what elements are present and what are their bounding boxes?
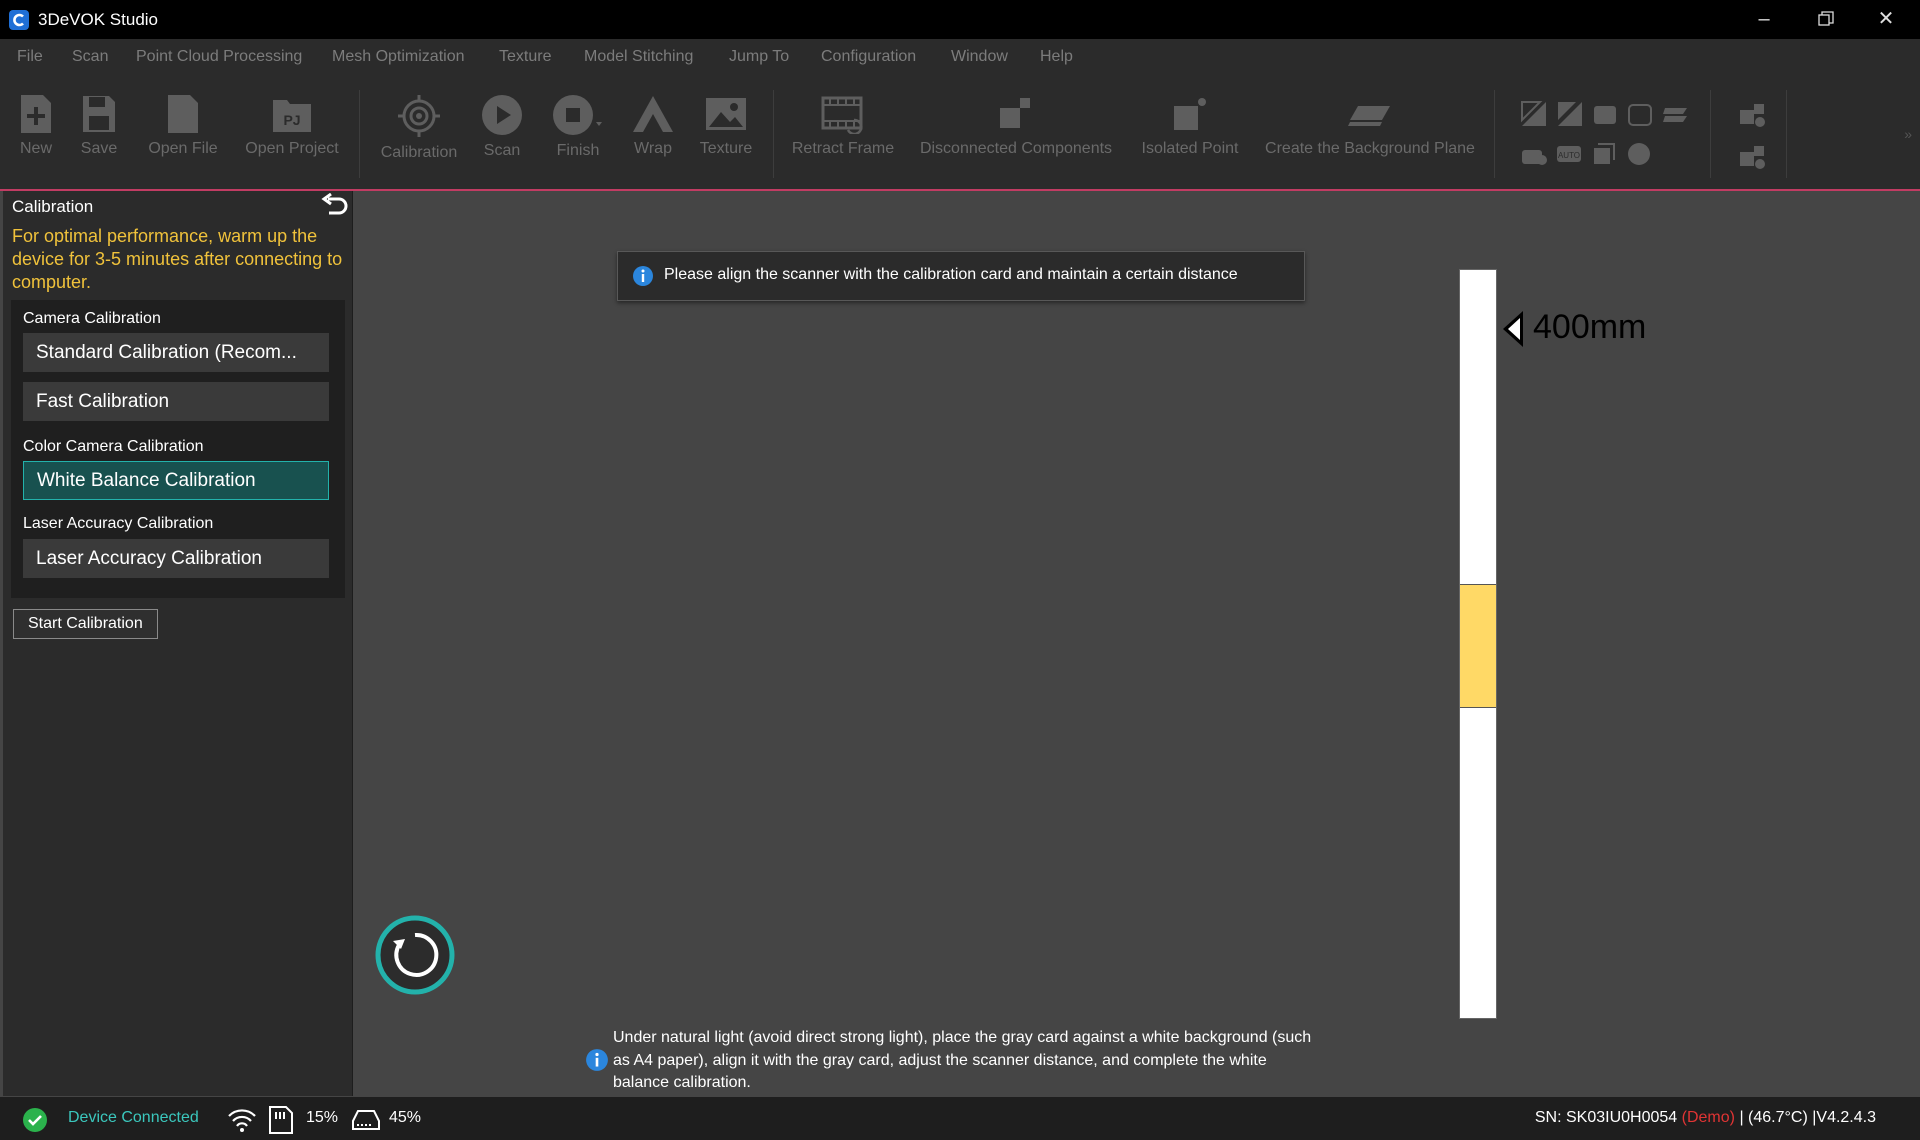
view-iso-icon[interactable] — [1520, 140, 1548, 168]
calibration-options: Camera Calibration Standard Calibration … — [11, 300, 345, 598]
distance-gauge — [1459, 269, 1497, 1019]
info-icon — [633, 266, 653, 286]
alignment-message: Please align the scanner with the calibr… — [664, 266, 1238, 283]
toolbar: New Save Open File PJ Open Project Calib… — [0, 76, 1920, 191]
export-icon[interactable] — [1738, 100, 1768, 130]
title-bar: 3DeVOK Studio – ✕ — [0, 0, 1920, 39]
info-icon — [586, 1049, 608, 1071]
create-background-plane-button[interactable]: Create the Background Plane — [1264, 94, 1476, 184]
calibration-viewport: Please align the scanner with the calibr… — [353, 191, 1920, 1096]
finish-button[interactable]: Finish — [550, 94, 606, 184]
minimize-icon[interactable]: – — [1734, 0, 1794, 39]
standard-calibration-button[interactable]: Standard Calibration (Recom... — [23, 333, 329, 372]
view-auto-icon[interactable]: AUTO — [1555, 140, 1583, 168]
stop-icon — [553, 95, 602, 135]
view-back-icon[interactable] — [1626, 100, 1654, 128]
status-bar: Device Connected 15% 45% SN: SK03IU0H005… — [0, 1097, 1920, 1140]
toolbar-separator — [359, 90, 360, 178]
open-project-icon: PJ — [273, 100, 311, 132]
menu-scan[interactable]: Scan — [72, 48, 108, 66]
retract-frame-button[interactable]: Retract Frame — [790, 94, 896, 184]
undo-icon[interactable] — [321, 193, 349, 219]
menu-help[interactable]: Help — [1040, 48, 1073, 66]
color-camera-calibration-label: Color Camera Calibration — [23, 438, 204, 455]
panel-title: Calibration — [12, 197, 94, 216]
connection-status: Device Connected — [68, 1109, 199, 1126]
scan-button[interactable]: Scan — [478, 94, 526, 184]
menu-configuration[interactable]: Configuration — [821, 48, 916, 66]
wrap-triangle-icon — [633, 96, 673, 132]
serial-number: SN: SK03IU0H0054 — [1534, 1109, 1678, 1126]
camera-calibration-label: Camera Calibration — [23, 310, 161, 327]
white-balance-calibration-button[interactable]: White Balance Calibration — [23, 461, 329, 500]
disk-icon — [352, 1110, 380, 1130]
isolated-point-button[interactable]: Isolated Point — [1138, 94, 1242, 184]
menu-mesh-optimization[interactable]: Mesh Optimization — [332, 48, 465, 66]
wifi-icon — [228, 1109, 256, 1132]
hint-text: Under natural light (avoid direct strong… — [613, 1029, 1312, 1091]
disconnected-components-icon — [1000, 98, 1030, 128]
save-button[interactable]: Save — [76, 94, 122, 184]
view-sphere-icon[interactable] — [1625, 140, 1653, 168]
open-file-icon — [168, 95, 198, 133]
image-icon — [706, 98, 746, 130]
svg-text:PJ: PJ — [283, 112, 300, 128]
view-cube-icon[interactable] — [1590, 140, 1618, 168]
save-icon — [83, 96, 115, 132]
laser-accuracy-calibration-button[interactable]: Laser Accuracy Calibration — [23, 539, 329, 578]
open-project-button[interactable]: PJ Open Project — [244, 94, 340, 184]
app-logo-icon — [9, 10, 29, 30]
close-icon[interactable]: ✕ — [1856, 0, 1916, 39]
toolbar-separator — [1494, 90, 1495, 178]
device-info: SN: SK03IU0H0054 (Demo) | (46.7°C) |V4.2… — [1535, 1109, 1876, 1127]
menu-jump-to[interactable]: Jump To — [729, 48, 789, 66]
window-title: 3DeVOK Studio — [38, 10, 159, 29]
distance-pointer-icon — [1503, 311, 1523, 347]
menu-texture[interactable]: Texture — [499, 48, 551, 66]
new-button[interactable]: New — [14, 94, 58, 184]
settings-export-icon[interactable] — [1738, 142, 1768, 172]
fast-calibration-button[interactable]: Fast Calibration — [23, 382, 329, 421]
new-file-icon — [21, 95, 51, 133]
view-front-icon[interactable] — [1591, 100, 1619, 128]
start-calibration-button[interactable]: Start Calibration — [13, 609, 158, 639]
svg-text:AUTO: AUTO — [1558, 151, 1580, 160]
calibration-target-icon — [398, 95, 440, 137]
isolated-point-icon — [1174, 98, 1206, 130]
play-icon — [482, 95, 522, 135]
target-distance-band — [1460, 584, 1496, 708]
restore-icon[interactable] — [1796, 0, 1856, 39]
demo-badge: (Demo) — [1681, 1109, 1735, 1126]
calibration-button[interactable]: Calibration — [376, 94, 462, 184]
texture-button[interactable]: Texture — [696, 94, 756, 184]
wrap-button[interactable]: Wrap — [628, 94, 678, 184]
toolbar-separator — [1710, 90, 1711, 178]
view-select-icon[interactable] — [1520, 100, 1548, 128]
toolbar-separator — [1786, 90, 1787, 178]
temperature-version: | (46.7°C) |V4.2.4.3 — [1739, 1109, 1876, 1126]
calibration-panel: Calibration For optimal performance, war… — [3, 191, 353, 1096]
check-circle-icon — [23, 1108, 47, 1132]
background-plane-icon — [1348, 106, 1390, 126]
alignment-tooltip: Please align the scanner with the calibr… — [617, 251, 1305, 301]
disk-usage: 45% — [389, 1109, 422, 1126]
sd-usage: 15% — [306, 1109, 339, 1126]
menu-bar: File Scan Point Cloud Processing Mesh Op… — [0, 39, 1920, 76]
open-file-button[interactable]: Open File — [148, 94, 218, 184]
toolbar-separator — [773, 90, 774, 178]
menu-file[interactable]: File — [17, 48, 43, 66]
view-select-through-icon[interactable] — [1556, 100, 1584, 128]
distance-readout: 400mm — [1533, 308, 1647, 346]
view-layers-icon[interactable] — [1661, 100, 1689, 128]
warmup-warning: For optimal performance, warm up the dev… — [12, 226, 343, 292]
laser-accuracy-calibration-label: Laser Accuracy Calibration — [23, 515, 214, 532]
menu-point-cloud-processing[interactable]: Point Cloud Processing — [136, 48, 302, 66]
sd-card-icon — [269, 1106, 293, 1134]
menu-model-stitching[interactable]: Model Stitching — [584, 48, 693, 66]
reset-view-icon[interactable] — [375, 915, 455, 995]
chevron-right-icon[interactable]: » — [1904, 126, 1912, 142]
menu-window[interactable]: Window — [951, 48, 1008, 66]
disconnected-components-button[interactable]: Disconnected Components — [918, 94, 1114, 184]
film-frame-icon — [821, 96, 863, 134]
